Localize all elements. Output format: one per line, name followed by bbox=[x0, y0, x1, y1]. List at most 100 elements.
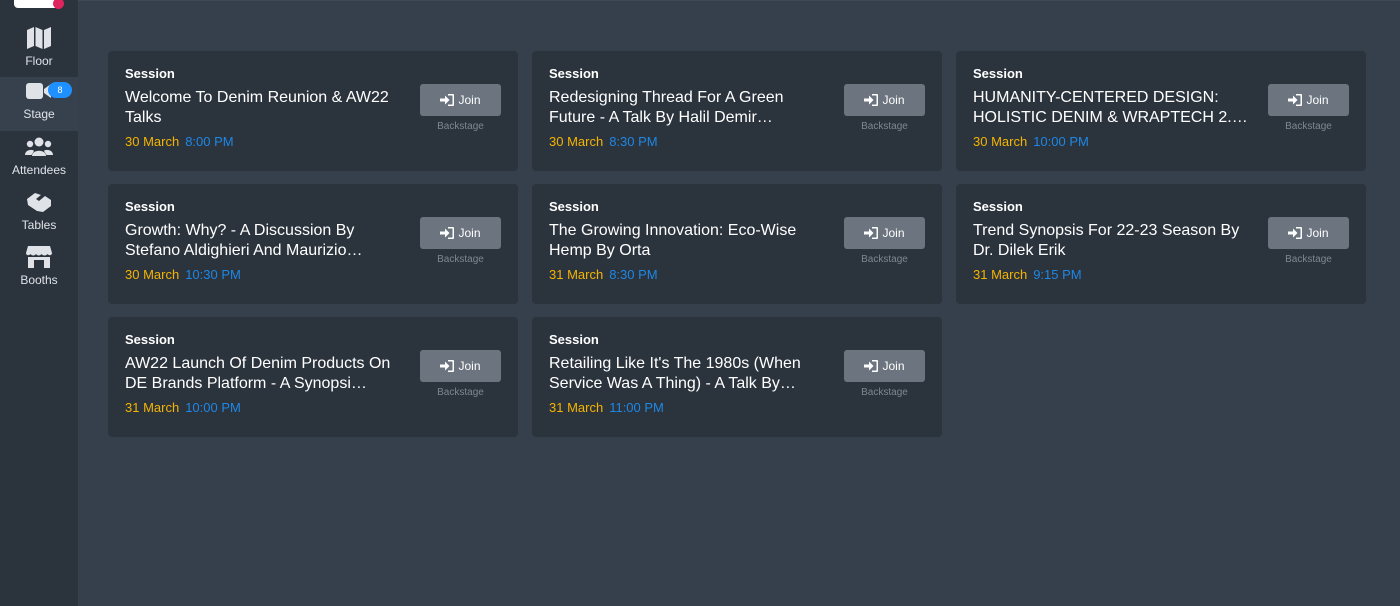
session-card: Session Growth: Why? - A Discussion By S… bbox=[108, 184, 518, 304]
backstage-link[interactable]: Backstage bbox=[420, 387, 501, 398]
backstage-link[interactable]: Backstage bbox=[844, 254, 925, 265]
session-date: 30 March bbox=[125, 267, 180, 282]
session-schedule: 30 March 10:00 PM bbox=[973, 134, 1349, 149]
session-title: Trend Synopsis For 22-23 Season By Dr. D… bbox=[973, 222, 1240, 259]
session-card: Session HUMANITY-CENTERED DESIGN: HOLIST… bbox=[956, 51, 1366, 171]
session-date: 30 March bbox=[549, 134, 604, 149]
backstage-link[interactable]: Backstage bbox=[1268, 254, 1349, 265]
join-label: Join bbox=[882, 359, 905, 373]
join-button[interactable]: Join bbox=[844, 350, 925, 382]
session-schedule: 30 March 8:30 PM bbox=[549, 134, 925, 149]
session-schedule: 31 March 10:00 PM bbox=[125, 400, 501, 415]
sidebar-item-label: Attendees bbox=[11, 163, 67, 177]
handshake-icon bbox=[25, 190, 53, 214]
sign-in-icon bbox=[864, 94, 879, 106]
sign-in-icon bbox=[440, 360, 455, 372]
session-card: Session The Growing Innovation: Eco-Wise… bbox=[532, 184, 942, 304]
sidebar-item-tables[interactable]: Tables bbox=[0, 188, 78, 242]
backstage-link[interactable]: Backstage bbox=[420, 121, 501, 132]
sign-in-icon bbox=[864, 227, 879, 239]
session-date: 31 March bbox=[549, 400, 604, 415]
store-icon bbox=[25, 245, 53, 269]
session-time: 8:00 PM bbox=[185, 134, 234, 149]
session-type-label: Session bbox=[973, 199, 1023, 214]
session-card: Session Redesigning Thread For A Green F… bbox=[532, 51, 942, 171]
session-type-label: Session bbox=[549, 332, 599, 347]
sidebar-item-stage[interactable]: Stage 8 bbox=[0, 77, 78, 131]
session-type-label: Session bbox=[973, 66, 1023, 81]
session-card: Session AW22 Launch Of Denim Products On… bbox=[108, 317, 518, 437]
session-time: 10:30 PM bbox=[185, 267, 241, 282]
join-button[interactable]: Join bbox=[1268, 217, 1349, 249]
session-schedule: 30 March 8:00 PM bbox=[125, 134, 501, 149]
session-time: 9:15 PM bbox=[1033, 267, 1082, 282]
backstage-link[interactable]: Backstage bbox=[844, 387, 925, 398]
join-label: Join bbox=[458, 226, 481, 240]
session-type-label: Session bbox=[549, 199, 599, 214]
sign-in-icon bbox=[1288, 94, 1303, 106]
session-title: The Growing Innovation: Eco-Wise Hemp By… bbox=[549, 222, 797, 259]
join-label: Join bbox=[882, 93, 905, 107]
session-schedule: 31 March 9:15 PM bbox=[973, 267, 1349, 282]
session-title: Growth: Why? - A Discussion By Stefano A… bbox=[125, 222, 363, 259]
map-icon bbox=[25, 26, 53, 50]
app-root: Floor Stage 8 Attendees Tables Booths Se… bbox=[0, 0, 1400, 606]
session-title: Redesigning Thread For A Green Future - … bbox=[549, 89, 784, 126]
sidebar-item-floor[interactable]: Floor bbox=[0, 24, 78, 78]
sign-in-icon bbox=[440, 227, 455, 239]
session-schedule: 31 March 11:00 PM bbox=[549, 400, 925, 415]
session-date: 31 March bbox=[125, 400, 180, 415]
session-date: 30 March bbox=[125, 134, 180, 149]
session-title: HUMANITY-CENTERED DESIGN: HOLISTIC DENIM… bbox=[973, 89, 1248, 126]
join-label: Join bbox=[458, 359, 481, 373]
session-title: Retailing Like It's The 1980s (When Serv… bbox=[549, 355, 801, 392]
join-label: Join bbox=[1306, 93, 1329, 107]
backstage-link[interactable]: Backstage bbox=[844, 121, 925, 132]
session-time: 8:30 PM bbox=[609, 134, 658, 149]
sidebar-item-label: Tables bbox=[21, 218, 57, 232]
sign-in-icon bbox=[440, 94, 455, 106]
sign-in-icon bbox=[864, 360, 879, 372]
backstage-link[interactable]: Backstage bbox=[420, 254, 501, 265]
session-card: Session Welcome To Denim Reunion & AW22 … bbox=[108, 51, 518, 171]
session-date: 30 March bbox=[973, 134, 1028, 149]
join-button[interactable]: Join bbox=[420, 350, 501, 382]
sidebar-item-label: Floor bbox=[25, 54, 53, 68]
session-schedule: 31 March 8:30 PM bbox=[549, 267, 925, 282]
session-time: 11:00 PM bbox=[609, 400, 664, 415]
session-type-label: Session bbox=[125, 332, 175, 347]
session-card: Session Trend Synopsis For 22-23 Season … bbox=[956, 184, 1366, 304]
sidebar-item-booths[interactable]: Booths bbox=[0, 243, 78, 297]
stage-sessions-panel: Session Welcome To Denim Reunion & AW22 … bbox=[78, 0, 1400, 606]
sidebar: Floor Stage 8 Attendees Tables Booths bbox=[0, 0, 78, 606]
session-time: 10:00 PM bbox=[1033, 134, 1089, 149]
users-icon bbox=[25, 135, 53, 159]
session-type-label: Session bbox=[125, 199, 175, 214]
join-label: Join bbox=[882, 226, 905, 240]
session-grid: Session Welcome To Denim Reunion & AW22 … bbox=[108, 51, 1366, 437]
session-type-label: Session bbox=[125, 66, 175, 81]
session-type-label: Session bbox=[549, 66, 599, 81]
session-schedule: 30 March 10:30 PM bbox=[125, 267, 501, 282]
session-time: 10:00 PM bbox=[185, 400, 241, 415]
session-title: AW22 Launch Of Denim Products On DE Bran… bbox=[125, 355, 391, 392]
session-date: 31 March bbox=[549, 267, 604, 282]
sidebar-item-label: Booths bbox=[20, 273, 58, 287]
divider bbox=[78, 0, 1400, 1]
notification-dot bbox=[53, 0, 64, 9]
join-button[interactable]: Join bbox=[844, 217, 925, 249]
stage-count-badge: 8 bbox=[48, 82, 72, 98]
sidebar-item-attendees[interactable]: Attendees bbox=[0, 133, 78, 187]
join-button[interactable]: Join bbox=[420, 217, 501, 249]
sign-in-icon bbox=[1288, 227, 1303, 239]
join-button[interactable]: Join bbox=[1268, 84, 1349, 116]
join-button[interactable]: Join bbox=[844, 84, 925, 116]
join-button[interactable]: Join bbox=[420, 84, 501, 116]
session-time: 8:30 PM bbox=[609, 267, 658, 282]
sidebar-item-label: Stage bbox=[23, 107, 55, 121]
join-label: Join bbox=[1306, 226, 1329, 240]
session-date: 31 March bbox=[973, 267, 1028, 282]
session-title: Welcome To Denim Reunion & AW22 Talks bbox=[125, 89, 389, 126]
backstage-link[interactable]: Backstage bbox=[1268, 121, 1349, 132]
session-card: Session Retailing Like It's The 1980s (W… bbox=[532, 317, 942, 437]
